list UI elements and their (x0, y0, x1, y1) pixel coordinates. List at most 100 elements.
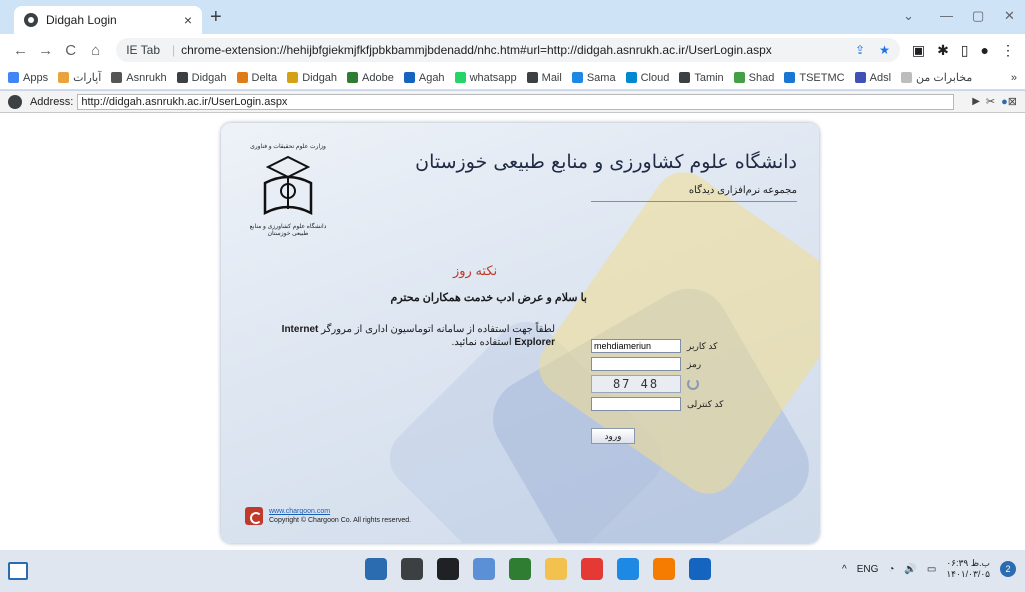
tray-caret-icon[interactable]: ^ (842, 564, 847, 575)
ie-tab-label: IE Tab (126, 43, 160, 57)
bookmark-item[interactable]: Adsl (854, 72, 891, 84)
maximize-button[interactable]: ▢ (972, 8, 984, 24)
widgets-icon[interactable] (8, 562, 28, 580)
taskbar-photoshop-icon[interactable] (617, 558, 639, 580)
control-code-row: کد کنترلی (591, 397, 723, 411)
bookmark-label: Adobe (362, 71, 394, 84)
taskbar-search-icon[interactable] (401, 558, 423, 580)
bookmark-item[interactable]: Asnrukh (111, 71, 167, 84)
forward-button[interactable]: → (35, 42, 56, 59)
bookmark-item[interactable]: Apps (8, 72, 48, 84)
taskbar-file-explorer-icon[interactable] (545, 558, 567, 580)
minimize-button[interactable]: — (940, 8, 953, 23)
sidebar-icon[interactable]: ▯ (961, 42, 969, 59)
bookmark-label: whatsapp (469, 71, 517, 84)
login-panel: وزارت علوم تحقیقات و فناوری دانشگاه علوم… (221, 123, 819, 543)
bookmarks-overflow-icon[interactable]: » (1011, 72, 1017, 84)
password-input[interactable] (591, 357, 681, 371)
bookmark-item[interactable]: Cloud (625, 72, 669, 84)
notice-suffix: استفاده نمائید. (451, 337, 512, 348)
tab-favicon-icon (24, 13, 38, 27)
close-window-button[interactable]: ✕ (1004, 8, 1015, 24)
bookmark-favicon-icon (901, 72, 913, 83)
menu-kebab-icon[interactable]: ⋮ (1001, 42, 1015, 59)
bookmark-item[interactable]: Adobe (347, 72, 394, 84)
taskbar-app-2-icon[interactable] (509, 558, 531, 580)
profile-avatar[interactable]: ● (981, 42, 989, 59)
wifi-icon[interactable]: ◔ (888, 564, 894, 575)
bookmark-label: Agah (418, 71, 445, 84)
address-bar[interactable]: IE Tab | chrome-extension://hehijbfgiekm… (116, 38, 900, 62)
bookmark-label: Delta (251, 71, 278, 84)
extensions-puzzle-icon[interactable]: ✱ (937, 42, 949, 59)
taskbar-start-icon[interactable] (365, 558, 387, 580)
tab-close-icon[interactable]: × (184, 12, 192, 28)
chargoon-link[interactable]: www.chargoon.com (269, 507, 411, 516)
clock-date: ۱۴۰۱/۰۳/۰۵ (946, 569, 991, 579)
bookmark-item[interactable]: TSETMC (784, 71, 845, 84)
university-name: دانشگاه علوم کشاورزی و منابع طبیعی خوزست… (415, 151, 797, 173)
omnibox-actions: ⇪ ★ (855, 43, 890, 57)
bookmark-item[interactable]: آپارات (58, 71, 101, 84)
tab-didgah-login[interactable]: Didgah Login × (14, 6, 202, 34)
tab-search-icon[interactable]: ⌄ (903, 8, 914, 24)
page-content: وزارت علوم تحقیقات و فناوری دانشگاه علوم… (0, 113, 1025, 550)
ie-tab-icon (8, 94, 22, 109)
bookmark-favicon-icon (176, 72, 188, 83)
omnibox-separator: | (172, 43, 176, 57)
taskbar-task-view-icon[interactable] (437, 558, 459, 580)
taskbar-app-1-icon[interactable] (473, 558, 495, 580)
captcha-row: 87 48 (591, 375, 699, 393)
notification-badge[interactable]: 2 (1000, 561, 1017, 577)
bookmark-item[interactable]: Mail (526, 72, 562, 84)
ie-go-icon[interactable]: ▶ (972, 96, 980, 107)
back-button[interactable]: ← (10, 42, 31, 59)
battery-icon[interactable]: ▭ (927, 564, 936, 575)
bookmark-item[interactable]: Sama (571, 72, 616, 84)
bookmark-item[interactable]: Shad (733, 71, 775, 84)
browser-notice: لطفاً جهت استفاده از سامانه اتوماسیون اد… (245, 323, 555, 349)
captcha-refresh-icon[interactable] (687, 378, 699, 390)
clock-time: ب.ظ ۰۶:۳۹ (946, 558, 990, 568)
home-button[interactable]: ⌂ (85, 42, 106, 59)
bookmark-favicon-icon (854, 72, 866, 83)
taskbar-app-3-icon[interactable] (653, 558, 675, 580)
bookmark-label: Asnrukh (126, 71, 167, 84)
volume-icon[interactable]: 🔊 (904, 564, 916, 575)
software-subtitle: مجموعه نرم‌افزاری دیدگاه (688, 185, 797, 196)
bookmark-item[interactable]: مخابرات من (901, 71, 972, 84)
ie-close-icon[interactable]: ⊠ (1008, 95, 1017, 108)
new-tab-button[interactable]: + (210, 6, 222, 29)
bookmark-label: Shad (748, 71, 775, 84)
ie-help-icon[interactable]: ● (1001, 96, 1008, 108)
bookmark-label: TSETMC (799, 71, 845, 84)
bookmark-item[interactable]: Didgah (176, 72, 227, 84)
copyright-text: Copyright © Chargoon Co. All rights rese… (269, 517, 412, 524)
ie-address-field[interactable]: http://didgah.asnrukh.ac.ir/UserLogin.as… (77, 93, 955, 110)
taskbar-word-icon[interactable] (689, 558, 711, 580)
bookmark-item[interactable]: Didgah (287, 72, 337, 84)
taskbar-chrome-icon[interactable] (581, 558, 603, 580)
clock[interactable]: ب.ظ ۰۶:۳۹ ۱۴۰۱/۰۳/۰۵ (946, 558, 990, 580)
reload-button[interactable]: C (60, 42, 81, 59)
control-code-label: کد کنترلی (687, 398, 724, 409)
bookmark-item[interactable]: Tamin (679, 72, 724, 84)
tip-of-day-title: نکته روز (453, 263, 498, 278)
ie-tools-icon[interactable]: ✂ (986, 95, 995, 108)
bookmark-star-icon[interactable]: ★ (879, 43, 890, 57)
bookmark-label: Apps (23, 71, 49, 84)
omnibox-url: chrome-extension://hehijbfgiekmjfkfjpbkb… (181, 43, 772, 57)
bookmark-item[interactable]: whatsapp (454, 71, 517, 84)
tab-title: Didgah Login (46, 13, 117, 27)
extension-na-icon[interactable]: ▣ (912, 42, 925, 59)
username-input[interactable] (591, 339, 681, 353)
ie-address-label: Address: (29, 95, 74, 108)
greeting-text: با سلام و عرض ادب خدمت همکاران محترم (390, 292, 587, 304)
control-code-input[interactable] (591, 397, 681, 411)
login-button[interactable]: ورود (591, 428, 635, 444)
bookmark-item[interactable]: Delta (236, 71, 278, 84)
share-icon[interactable]: ⇪ (855, 43, 865, 57)
language-indicator[interactable]: ENG (857, 564, 879, 575)
bookmark-favicon-icon (625, 72, 637, 83)
bookmark-item[interactable]: Agah (403, 71, 445, 84)
